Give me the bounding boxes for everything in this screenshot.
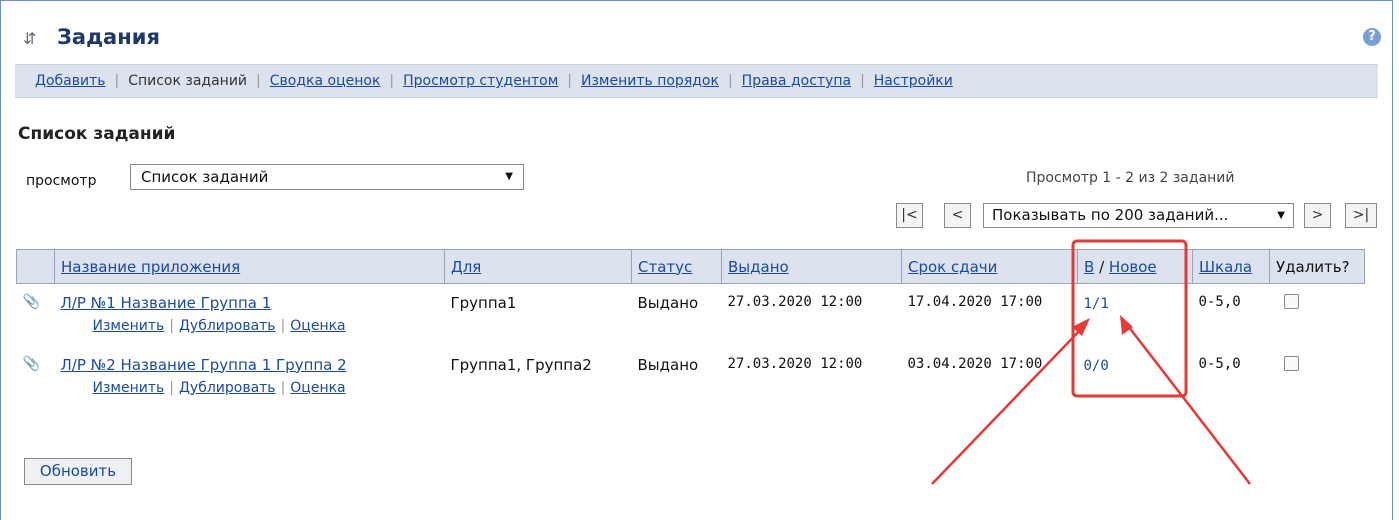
sort-status-link[interactable]: Статус <box>638 258 692 276</box>
assignment-name-link[interactable]: Л/Р №2 Название Группа 1 Группа 2 <box>61 356 347 374</box>
sort-scale-link[interactable]: Шкала <box>1199 258 1252 276</box>
header-scale: Шкала <box>1192 249 1270 284</box>
delete-checkbox[interactable] <box>1283 294 1299 309</box>
row-status: Выдано <box>637 294 699 312</box>
row-issued: 27.03.2020 12:00 <box>727 294 863 310</box>
first-page-button[interactable]: |< <box>896 203 923 228</box>
view-select-value: Список заданий <box>141 168 269 186</box>
row-scale: 0-5,0 <box>1198 294 1241 310</box>
row-actions: Изменить | Дублировать | Оценка <box>92 379 346 396</box>
table-row: 📎 Л/Р №2 Название Группа 1 Группа 2 Изме… <box>17 348 1365 408</box>
header-in-new: В / Новое <box>1077 249 1193 284</box>
sort-due-link[interactable]: Срок сдачи <box>908 258 997 276</box>
in-new-link[interactable]: 0/0 <box>1084 358 1109 374</box>
page-title: Задания <box>57 25 160 49</box>
dropdown-arrow-icon: ▼ <box>505 171 513 182</box>
header-issued: Выдано <box>721 249 902 284</box>
row-due: 03.04.2020 17:00 <box>907 355 1043 372</box>
table-header-row: Название приложения Для Статус Выдано Ср… <box>16 249 1365 284</box>
sync-arrows-icon: ⇵ <box>23 29 37 48</box>
sort-in-link[interactable]: В <box>1084 258 1094 276</box>
sort-for-link[interactable]: Для <box>451 258 481 276</box>
duplicate-link[interactable]: Дублировать <box>179 318 276 334</box>
row-actions: Изменить | Дублировать | Оценка <box>92 318 346 334</box>
in-new-link[interactable]: 1/1 <box>1084 296 1109 312</box>
row-status: Выдано <box>637 355 699 374</box>
refresh-button[interactable]: Обновить <box>24 458 132 485</box>
delete-checkbox[interactable] <box>1283 355 1299 371</box>
header-status: Статус <box>631 249 722 284</box>
duplicate-link[interactable]: Дублировать <box>179 380 276 396</box>
header-delete: Удалить? <box>1269 249 1365 284</box>
nav-settings-link[interactable]: Настройки <box>874 73 953 89</box>
header-due: Срок сдачи <box>901 249 1078 284</box>
assignment-name-link[interactable]: Л/Р №1 Название Группа 1 <box>61 294 272 312</box>
nav-list-current: Список заданий <box>128 73 248 89</box>
header-name: Название приложения <box>54 249 445 284</box>
view-select[interactable]: Список заданий ▼ <box>130 164 524 190</box>
nav-student-view-link[interactable]: Просмотр студентом <box>403 73 558 89</box>
sort-new-link[interactable]: Новое <box>1109 258 1157 276</box>
grade-link[interactable]: Оценка <box>290 318 345 334</box>
row-scale: 0-5,0 <box>1198 355 1241 372</box>
nav-add-link[interactable]: Добавить <box>35 73 105 89</box>
sort-issued-link[interactable]: Выдано <box>728 258 789 276</box>
row-due: 17.04.2020 17:00 <box>907 294 1043 310</box>
sort-name-link[interactable]: Название приложения <box>61 258 240 276</box>
help-icon[interactable]: ? <box>1363 28 1381 46</box>
prev-page-button[interactable]: < <box>944 203 971 228</box>
row-for: Группа1 <box>450 294 517 312</box>
header-blank <box>16 249 55 284</box>
assignments-table: Название приложения Для Статус Выдано Ср… <box>16 249 1365 408</box>
nav-access-link[interactable]: Права доступа <box>742 73 851 89</box>
row-for: Группа1, Группа2 <box>450 355 592 374</box>
paperclip-icon: 📎 <box>22 355 40 372</box>
table-row: 📎 Л/Р №1 Название Группа 1 Изменить | Дубл… <box>17 284 1365 348</box>
page-header: ⇵ Задания ? <box>1 20 1392 58</box>
section-title: Список заданий <box>18 124 176 144</box>
nav-reorder-link[interactable]: Изменить порядок <box>581 73 719 89</box>
grade-link[interactable]: Оценка <box>290 380 345 396</box>
per-page-value: Показывать по 200 заданий... <box>992 206 1229 224</box>
next-page-button[interactable]: > <box>1304 203 1331 228</box>
row-issued: 27.03.2020 12:00 <box>727 355 863 372</box>
tool-nav: Добавить | Список заданий | Сводка оцено… <box>15 64 1378 98</box>
edit-link[interactable]: Изменить <box>93 380 165 396</box>
dropdown-arrow-icon: ▼ <box>1277 210 1285 221</box>
per-page-select[interactable]: Показывать по 200 заданий... ▼ <box>983 203 1294 228</box>
edit-link[interactable]: Изменить <box>93 318 165 334</box>
view-label: просмотр <box>26 173 97 189</box>
header-for: Для <box>444 249 632 284</box>
nav-grades-link[interactable]: Сводка оценок <box>270 73 381 89</box>
last-page-button[interactable]: >| <box>1345 203 1377 228</box>
paging-summary: Просмотр 1 - 2 из 2 заданий <box>1026 170 1235 186</box>
paperclip-icon: 📎 <box>22 294 40 310</box>
